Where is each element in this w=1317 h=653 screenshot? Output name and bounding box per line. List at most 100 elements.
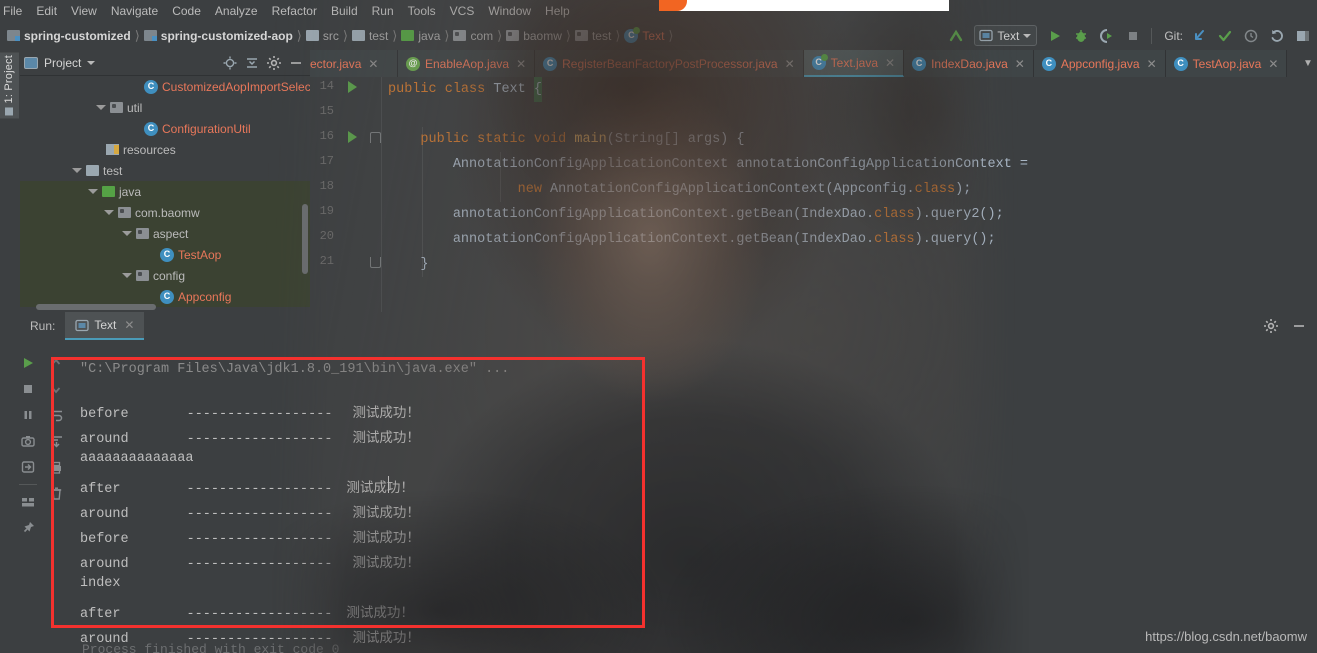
- stop-button[interactable]: [1121, 25, 1145, 47]
- tree-row[interactable]: util: [20, 97, 310, 118]
- menu-item-window[interactable]: Window: [481, 2, 538, 20]
- fold-region-icon[interactable]: [370, 132, 381, 143]
- editor-tabs-overflow-button[interactable]: ▼: [1299, 50, 1317, 77]
- git-history-button[interactable]: [1239, 25, 1263, 47]
- close-icon[interactable]: ✕: [368, 57, 378, 71]
- git-commit-button[interactable]: [1213, 25, 1237, 47]
- git-rollback-button[interactable]: [1265, 25, 1289, 47]
- close-icon[interactable]: ✕: [1147, 57, 1157, 71]
- breadcrumb-item-project[interactable]: spring-customized: [4, 29, 134, 43]
- soft-wrap-button[interactable]: [43, 402, 69, 428]
- run-button[interactable]: [1043, 25, 1067, 47]
- editor-tab-enableaop[interactable]: @ EnableAop.java ✕: [398, 50, 535, 77]
- tree-vertical-scrollbar[interactable]: [302, 204, 308, 274]
- rerun-button[interactable]: [15, 350, 41, 376]
- editor-tab-indexdao[interactable]: C IndexDao.java ✕: [904, 50, 1034, 77]
- breadcrumb-item-text-class[interactable]: C Text: [621, 29, 667, 43]
- menu-item-tools[interactable]: Tools: [401, 2, 443, 20]
- breadcrumb-item-test[interactable]: test: [349, 29, 391, 43]
- expand-arrow-icon[interactable]: [88, 189, 98, 194]
- chevron-down-icon[interactable]: [87, 61, 95, 65]
- export-button[interactable]: [15, 454, 41, 480]
- run-method-gutter-icon[interactable]: [348, 131, 357, 143]
- gear-icon[interactable]: [1259, 315, 1283, 337]
- expand-arrow-icon[interactable]: [96, 105, 106, 110]
- close-icon[interactable]: ✕: [516, 57, 526, 71]
- editor-tab-text[interactable]: C Text.java ✕: [804, 50, 904, 77]
- close-icon[interactable]: ✕: [785, 57, 795, 71]
- breadcrumb-item-test-pkg[interactable]: test: [572, 29, 614, 43]
- expand-arrow-icon[interactable]: [122, 231, 132, 236]
- tree-row[interactable]: com.baomw: [20, 202, 310, 223]
- run-configuration-selector[interactable]: Text: [974, 25, 1037, 46]
- menu-item-navigate[interactable]: Navigate: [104, 2, 165, 20]
- pin-button[interactable]: [15, 515, 41, 541]
- expand-arrow-icon[interactable]: [72, 168, 82, 173]
- editor-tab-appconfig[interactable]: C Appconfig.java ✕: [1034, 50, 1166, 77]
- close-icon[interactable]: ✕: [1268, 57, 1278, 71]
- tree-row[interactable]: aspect: [20, 223, 310, 244]
- layout-button[interactable]: [15, 489, 41, 515]
- scroll-up-button[interactable]: [43, 350, 69, 376]
- editor-tab-registerbeanfactorypostprocessor[interactable]: C RegisterBeanFactoryPostProcessor.java …: [535, 50, 804, 77]
- menu-item-analyze[interactable]: Analyze: [208, 2, 265, 20]
- hide-panel-button[interactable]: [1287, 315, 1311, 337]
- console-output[interactable]: "C:\Program Files\Java\jdk1.8.0_191\bin\…: [70, 340, 1317, 653]
- menu-item-refactor[interactable]: Refactor: [265, 2, 324, 20]
- collapse-all-button[interactable]: [242, 53, 262, 73]
- fold-region-end-icon[interactable]: [370, 257, 381, 268]
- tree-row[interactable]: test: [20, 160, 310, 181]
- debug-button[interactable]: [1069, 25, 1093, 47]
- menu-item-edit[interactable]: Edit: [29, 2, 64, 20]
- tool-tab-project[interactable]: 1: Project: [0, 52, 19, 118]
- folder-icon: [352, 30, 365, 41]
- gear-icon[interactable]: [264, 53, 284, 73]
- tree-row[interactable]: C TestAop: [20, 244, 310, 265]
- tree-row[interactable]: config: [20, 265, 310, 286]
- menu-item-run[interactable]: Run: [365, 2, 401, 20]
- chevron-down-icon[interactable]: [1023, 34, 1031, 38]
- open-file-button[interactable]: [1291, 25, 1315, 47]
- breadcrumb-item-com[interactable]: com: [450, 29, 496, 43]
- scroll-to-end-button[interactable]: [43, 428, 69, 454]
- editor-tab-selector[interactable]: ector.java ✕: [310, 50, 398, 77]
- tree-row[interactable]: resources: [20, 139, 310, 160]
- menu-item-help[interactable]: Help: [538, 2, 577, 20]
- breadcrumb-item-java[interactable]: java: [398, 29, 443, 43]
- close-icon[interactable]: ✕: [885, 56, 895, 70]
- tree-horizontal-scrollbar[interactable]: [36, 304, 156, 310]
- run-tab-text[interactable]: Text ✕: [65, 312, 144, 340]
- tree-row[interactable]: C CustomizedAopImportSelector: [20, 76, 310, 97]
- menu-item-view[interactable]: View: [64, 2, 104, 20]
- screenshot-button[interactable]: [15, 428, 41, 454]
- git-update-button[interactable]: [1187, 25, 1211, 47]
- print-button[interactable]: [43, 454, 69, 480]
- breadcrumb-item-baomw[interactable]: baomw: [503, 29, 565, 43]
- run-class-gutter-icon[interactable]: [348, 81, 357, 93]
- locate-file-button[interactable]: [220, 53, 240, 73]
- tree-row[interactable]: C ConfigurationUtil: [20, 118, 310, 139]
- editor-tab-testaop[interactable]: C TestAop.java ✕: [1166, 50, 1288, 77]
- code-editor[interactable]: 14 15 16 17 18 19 20 21 public class Tex…: [310, 77, 1317, 312]
- close-icon[interactable]: ✕: [1015, 57, 1025, 71]
- pause-button[interactable]: [15, 402, 41, 428]
- breadcrumb-item-src[interactable]: src: [303, 29, 342, 43]
- expand-arrow-icon[interactable]: [104, 210, 114, 215]
- console-line: before------------------测试成功！: [80, 526, 420, 547]
- editor-gutter[interactable]: 14 15 16 17 18 19 20 21: [310, 77, 382, 312]
- breadcrumb-item-module[interactable]: spring-customized-aop: [141, 29, 296, 43]
- code-text[interactable]: public class Text { public static void m…: [388, 77, 1317, 312]
- menu-item-file[interactable]: File: [0, 2, 29, 20]
- back-arrow-icon[interactable]: [944, 25, 968, 47]
- close-icon[interactable]: ✕: [124, 318, 134, 332]
- scroll-down-button[interactable]: [43, 376, 69, 402]
- hide-panel-button[interactable]: [286, 53, 306, 73]
- clear-all-button[interactable]: [43, 480, 69, 506]
- menu-item-code[interactable]: Code: [165, 2, 208, 20]
- menu-item-build[interactable]: Build: [324, 2, 365, 20]
- run-coverage-button[interactable]: [1095, 25, 1119, 47]
- expand-arrow-icon[interactable]: [122, 273, 132, 278]
- menu-item-vcs[interactable]: VCS: [443, 2, 482, 20]
- stop-button[interactable]: [15, 376, 41, 402]
- tree-row[interactable]: java: [20, 181, 310, 202]
